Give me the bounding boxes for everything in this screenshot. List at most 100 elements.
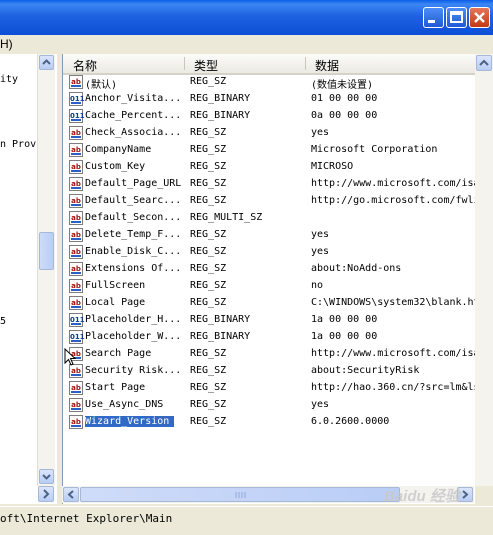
table-row[interactable]: ab Enable_Disk_C... REG_SZ yes bbox=[63, 244, 493, 261]
table-row[interactable]: ab Default_Secon... REG_MULTI_SZ bbox=[63, 210, 493, 227]
value-name: Default_Page_URL bbox=[85, 178, 182, 189]
value-name: Use_Async_DNS bbox=[85, 399, 164, 410]
table-row[interactable]: ab Custom_Key REG_SZ MICROSO bbox=[63, 159, 493, 176]
value-name: Placeholder_W... bbox=[85, 331, 182, 342]
table-row[interactable]: ab Check_Associa... REG_SZ yes bbox=[63, 125, 493, 142]
ab-string-icon: ab bbox=[69, 415, 83, 429]
menu-item-help[interactable]: H) bbox=[0, 37, 13, 51]
table-row[interactable]: 011 Placeholder_H... REG_BINARY 1a 00 00 00 bbox=[63, 312, 493, 329]
status-path: oft\Internet Explorer\Main bbox=[0, 512, 173, 525]
value-data: 6.0.2600.0000 bbox=[311, 416, 390, 427]
maximize-icon bbox=[450, 11, 463, 23]
registry-values-list[interactable]: 名称 类型 数据 ab (默认) REG_SZ (数值未设置) 011 Anchor_Vi… bbox=[62, 54, 493, 504]
table-row[interactable]: ab CompanyName REG_SZ Microsoft Corporation bbox=[63, 142, 493, 159]
value-type: REG_BINARY bbox=[190, 110, 251, 121]
table-row[interactable]: ab (默认) REG_SZ (数值未设置) bbox=[63, 74, 493, 91]
maximize-button[interactable] bbox=[446, 7, 467, 28]
value-name: Wizard_Version bbox=[84, 415, 175, 428]
value-data: 1a 00 00 00 bbox=[311, 331, 378, 342]
value-data: http://hao.360.cn/?src=lm&ls=n bbox=[311, 382, 492, 393]
scroll-left-button[interactable] bbox=[63, 487, 79, 502]
column-divider[interactable] bbox=[305, 57, 306, 70]
tree-scroll-right-button[interactable] bbox=[38, 486, 54, 502]
value-type: REG_BINARY bbox=[190, 314, 251, 325]
table-row[interactable]: ab FullScreen REG_SZ no bbox=[63, 278, 493, 295]
table-row[interactable]: 011 Anchor_Visita... REG_BINARY 01 00 00 00 bbox=[63, 91, 493, 108]
value-name: Cache_Percent... bbox=[85, 110, 182, 121]
scroll-thumb[interactable] bbox=[80, 487, 400, 502]
value-name: Security Risk... bbox=[85, 365, 182, 376]
column-header-type[interactable]: 类型 bbox=[194, 57, 218, 73]
value-name: Placeholder_H... bbox=[85, 314, 182, 325]
ab-string-icon: ab bbox=[69, 126, 83, 140]
tree-node[interactable]: ity bbox=[0, 74, 18, 85]
tree-node[interactable]: n Prov bbox=[0, 139, 36, 150]
chevron-right-icon bbox=[43, 489, 50, 499]
scroll-up-button[interactable] bbox=[39, 55, 54, 70]
scroll-down-button[interactable] bbox=[39, 469, 54, 484]
value-data: 1a 00 00 00 bbox=[311, 314, 378, 325]
ab-string-icon: ab bbox=[69, 262, 83, 276]
table-row[interactable]: 011 Placeholder_W... REG_BINARY 1a 00 00 00 bbox=[63, 329, 493, 346]
tree-node[interactable]: 5 bbox=[0, 316, 6, 327]
binary-value-icon: 011 bbox=[69, 109, 85, 123]
menu-bar: H) bbox=[0, 35, 493, 54]
table-row[interactable]: ab Default_Page_URL REG_SZ http://www.micro… bbox=[63, 176, 493, 193]
value-name: Anchor_Visita... bbox=[85, 93, 182, 104]
value-data: yes bbox=[311, 246, 330, 257]
status-bar: oft\Internet Explorer\Main bbox=[0, 506, 493, 535]
column-header-data[interactable]: 数据 bbox=[315, 57, 339, 73]
close-button[interactable] bbox=[469, 7, 490, 28]
size-grip[interactable] bbox=[475, 486, 493, 504]
value-data: MICROSO bbox=[311, 161, 354, 172]
value-name: Start Page bbox=[85, 382, 146, 393]
binary-value-icon: 011 bbox=[69, 313, 85, 327]
table-row[interactable]: ab Search Page REG_SZ http://www.microsoft.… bbox=[63, 346, 493, 363]
value-type: REG_SZ bbox=[190, 127, 227, 138]
value-data: about:NoAdd-ons bbox=[311, 263, 402, 274]
table-row[interactable]: ab Use_Async_DNS REG_SZ yes bbox=[63, 397, 493, 414]
value-name: Custom_Key bbox=[85, 161, 146, 172]
minimize-button[interactable] bbox=[423, 7, 444, 28]
ab-string-icon: ab bbox=[69, 398, 83, 412]
ab-string-icon: ab bbox=[69, 143, 83, 157]
table-row[interactable]: ab Local Page REG_SZ C:\WINDOWS\system32\bl… bbox=[63, 295, 493, 312]
value-type: REG_SZ bbox=[190, 382, 227, 393]
value-data: Microsoft Corporation bbox=[311, 144, 438, 155]
value-type: REG_SZ bbox=[190, 144, 227, 155]
value-type: REG_BINARY bbox=[190, 331, 251, 342]
table-row[interactable]: ab Wizard_Version REG_SZ 6.0.2600.0000 bbox=[63, 414, 493, 431]
ab-string-icon: ab bbox=[69, 75, 83, 89]
table-row[interactable]: ab Start Page REG_SZ http://hao.360.cn/?src… bbox=[63, 380, 493, 397]
binary-value-icon: 011 bbox=[69, 330, 85, 344]
value-name: Enable_Disk_C... bbox=[85, 246, 182, 257]
close-icon bbox=[474, 12, 485, 23]
watermark-logo: Baidu 经验 bbox=[384, 488, 460, 505]
column-header-name[interactable]: 名称 bbox=[73, 57, 97, 73]
binary-value-icon: 011 bbox=[69, 92, 85, 106]
value-type: REG_SZ bbox=[190, 365, 227, 376]
value-data: 0a 00 00 00 bbox=[311, 110, 378, 121]
column-divider[interactable] bbox=[184, 57, 185, 70]
table-row[interactable]: ab Extensions Of... REG_SZ about:NoAdd-ons bbox=[63, 261, 493, 278]
grip-icon bbox=[235, 492, 246, 498]
tree-vertical-scrollbar[interactable] bbox=[37, 54, 55, 486]
title-bar bbox=[0, 0, 493, 35]
table-row[interactable]: 011 Cache_Percent... REG_BINARY 0a 00 00 00 bbox=[63, 108, 493, 125]
value-data: about:SecurityRisk bbox=[311, 365, 420, 376]
scroll-thumb[interactable] bbox=[39, 232, 54, 270]
chevron-right-icon bbox=[462, 490, 469, 499]
list-vertical-scrollbar[interactable] bbox=[475, 54, 493, 486]
ab-string-icon: ab bbox=[69, 296, 83, 310]
value-name: Extensions Of... bbox=[85, 263, 182, 274]
value-data: (数值未设置) bbox=[311, 80, 374, 91]
mouse-cursor-icon bbox=[64, 348, 77, 366]
table-row[interactable]: ab Delete_Temp_F... REG_SZ yes bbox=[63, 227, 493, 244]
column-header: 名称 类型 数据 bbox=[63, 54, 493, 75]
value-data: yes bbox=[311, 229, 330, 240]
value-type: REG_SZ bbox=[190, 76, 227, 87]
table-row[interactable]: ab Security Risk... REG_SZ about:SecurityRi… bbox=[63, 363, 493, 380]
value-name: Check_Associa... bbox=[85, 127, 182, 138]
scroll-up-button[interactable] bbox=[476, 55, 492, 71]
table-row[interactable]: ab Default_Searc... REG_SZ http://go.micros… bbox=[63, 193, 493, 210]
